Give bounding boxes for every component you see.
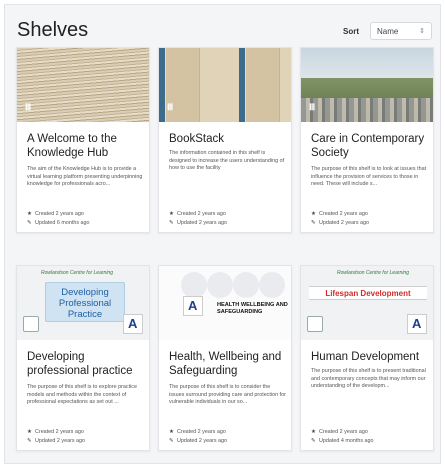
logo-icon: Ⅲ (167, 102, 174, 112)
shelf-created: ★ Created 2 years ago (311, 429, 368, 435)
shelf-description: The purpose of this shelf is to look at … (311, 166, 427, 188)
star-icon: ★ (27, 211, 32, 217)
shelf-created: ★ Created 2 years ago (27, 211, 84, 217)
logo-icon: A (123, 314, 143, 334)
page-header: Shelves Sort Name ⇕ (17, 19, 432, 45)
shelf-created: ★ Created 2 years ago (311, 211, 368, 217)
shelf-updated: ✎ Updated 2 years ago (27, 438, 86, 444)
shelf-cover-image: Ⅲ (17, 48, 149, 122)
shelf-title[interactable]: Developing professional practice (27, 350, 145, 378)
cover-headline: Lifespan Development (325, 289, 411, 298)
shelf-card[interactable]: Ⅲ Care in Contemporary Society The purpo… (300, 47, 434, 233)
shelf-title[interactable]: Care in Contemporary Society (311, 132, 429, 160)
logo-icon: A (183, 296, 203, 316)
star-icon: ★ (169, 211, 174, 217)
shelf-title[interactable]: BookStack (169, 132, 287, 146)
shelf-description: The purpose of this shelf is to explore … (27, 384, 137, 406)
logo-icon: Ⅲ (25, 102, 32, 112)
shelf-cover-image: Rowlandson Centre for Learning Lifespan … (301, 266, 433, 340)
shelves-page: Shelves Sort Name ⇕ Ⅲ A Welcome to the K… (4, 4, 441, 464)
chevron-down-icon: ⇕ (419, 28, 425, 35)
cover-header: Rowlandson Centre for Learning (41, 270, 113, 276)
page-title: Shelves (17, 19, 89, 41)
shelf-card[interactable]: Rowlandson Centre for Learning Developin… (16, 265, 150, 451)
cover-header: Rowlandson Centre for Learning (337, 270, 409, 276)
shelf-created: ★ Created 2 years ago (169, 211, 226, 217)
sort-label: Sort (343, 27, 359, 36)
shelf-updated: ✎ Updated 2 years ago (311, 220, 370, 226)
rosette-icon (23, 316, 39, 332)
shelf-updated: ✎ Updated 4 months ago (311, 438, 374, 444)
pencil-icon: ✎ (311, 220, 316, 226)
star-icon: ★ (311, 429, 316, 435)
shelf-card[interactable]: Ⅲ A Welcome to the Knowledge Hub The aim… (16, 47, 150, 233)
shelf-cover-image: Rowlandson Centre for Learning Developin… (17, 266, 149, 340)
star-icon: ★ (311, 211, 316, 217)
shelf-cover-image: A HEALTH WELLBEING AND SAFEGUARDING (159, 266, 291, 340)
rosette-icon (307, 316, 323, 332)
logo-icon: Ⅲ (309, 102, 316, 112)
logo-icon: A (407, 314, 427, 334)
shelf-updated: ✎ Updated 2 years ago (169, 220, 228, 226)
shelf-description: The purpose of this shelf is to present … (311, 368, 426, 390)
shelf-description: The aim of the Knowledge Hub is to provi… (27, 166, 143, 188)
shelf-card[interactable]: A HEALTH WELLBEING AND SAFEGUARDING Heal… (158, 265, 292, 451)
pencil-icon: ✎ (27, 438, 32, 444)
shelf-description: The purpose of this shelf is to consider… (169, 384, 286, 406)
shelf-card[interactable]: Rowlandson Centre for Learning Lifespan … (300, 265, 434, 451)
shelf-description: The information contained in this shelf … (169, 150, 285, 172)
shelf-updated: ✎ Updated 6 months ago (27, 220, 90, 226)
shelf-cover-image: Ⅲ (159, 48, 291, 122)
shelf-created: ★ Created 2 years ago (169, 429, 226, 435)
pencil-icon: ✎ (169, 220, 174, 226)
shelf-title[interactable]: Health, Wellbeing and Safeguarding (169, 350, 287, 378)
shelf-cover-image: Ⅲ (301, 48, 433, 122)
sort-select[interactable]: Name ⇕ (370, 22, 432, 40)
cover-headline: HEALTH WELLBEING AND SAFEGUARDING (217, 302, 288, 315)
shelf-title[interactable]: Human Development (311, 350, 429, 364)
shelf-updated: ✎ Updated 2 years ago (169, 438, 228, 444)
shelf-created: ★ Created 2 years ago (27, 429, 84, 435)
pencil-icon: ✎ (27, 220, 32, 226)
sort-value: Name (377, 27, 399, 36)
cover-headline: Developing Professional Practice (45, 282, 125, 322)
pencil-icon: ✎ (169, 438, 174, 444)
star-icon: ★ (169, 429, 174, 435)
shelf-title[interactable]: A Welcome to the Knowledge Hub (27, 132, 145, 160)
star-icon: ★ (27, 429, 32, 435)
pencil-icon: ✎ (311, 438, 316, 444)
shelf-card[interactable]: Ⅲ BookStack The information contained in… (158, 47, 292, 233)
